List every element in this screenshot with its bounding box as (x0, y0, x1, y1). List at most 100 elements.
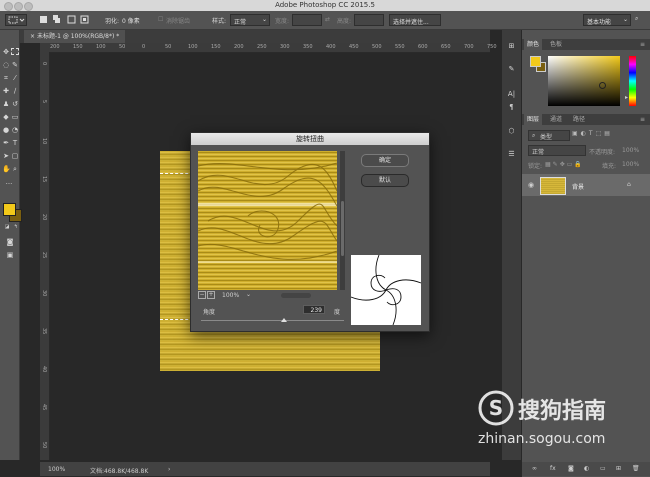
layer-filter-select[interactable]: ⌕ 类型 (528, 130, 570, 141)
antialias-checkbox[interactable]: ☐ (158, 16, 163, 23)
lasso-tool-icon[interactable]: ◌ (2, 61, 10, 69)
color-picker-field[interactable] (548, 56, 620, 106)
layer-filter-icons[interactable]: ▣◐T⬚▤ (572, 130, 613, 137)
document-tab[interactable]: × 未标题-1 @ 100%(RGB/8*) * (24, 30, 126, 43)
crop-tool-icon[interactable]: ⌗ (2, 74, 10, 82)
search-icon[interactable]: ⌕ (635, 15, 638, 23)
tab-channels[interactable]: 通道 (547, 114, 565, 125)
blur-tool-icon[interactable]: ● (2, 126, 10, 134)
more-tools-icon[interactable]: ··· (5, 180, 13, 188)
eraser-tool-icon[interactable]: ◆ (2, 113, 10, 121)
foreground-color-swatch[interactable] (3, 203, 16, 216)
blend-mode-select[interactable]: 正常 (528, 145, 586, 156)
gradient-tool-icon[interactable]: ▭ (11, 113, 19, 121)
character-panel-icon[interactable]: A| (507, 90, 516, 99)
quick-selection-tool-icon[interactable]: ✎ (11, 61, 19, 69)
chevron-down-icon: ⌄ (262, 16, 268, 23)
fill-value[interactable]: 100% (622, 161, 639, 168)
rectangle-marquee-tool-icon[interactable] (11, 48, 19, 55)
default-button[interactable]: 默认 (361, 174, 409, 187)
ruler-tick-label: 450 (349, 44, 359, 50)
tab-paths[interactable]: 路径 (570, 114, 588, 125)
eyedropper-tool-icon[interactable]: ⁄ (11, 74, 19, 82)
layer-style-icon[interactable]: fx (550, 465, 556, 472)
filter-preview[interactable] (198, 151, 337, 290)
eye-icon[interactable]: ◉ (528, 181, 534, 189)
tools-panel: ✥ ◌ ✎ ⌗ ⁄ ✚ ∕ ♟ ↺ ◆ ▭ ● ◔ ✒ T ➤ ▢ ✋ ⌕ ··… (0, 30, 22, 460)
brush-tool-icon[interactable]: ∕ (11, 87, 19, 95)
zoom-out-icon[interactable]: − (198, 291, 206, 299)
select-and-mask-button[interactable]: 选择并遮住... (389, 14, 441, 26)
watermark-url: zhinan.sogou.com (478, 431, 606, 447)
new-group-icon[interactable]: ▭ (600, 465, 606, 472)
status-doc-info: 文档:468.8K/468.8K (90, 468, 149, 475)
window-titlebar: Adobe Photoshop CC 2015.5 (0, 0, 650, 11)
hue-slider-handle[interactable]: ▸ (625, 94, 628, 101)
ok-button[interactable]: 确定 (361, 154, 409, 167)
options-bar: 羽化: 0 像素 ☐ 消除锯齿 样式: 正常 ⌄ 宽度: ⇄ 高度: 选择并遮住… (0, 11, 650, 30)
quick-mask-icon[interactable]: ◙ (6, 238, 14, 246)
healing-brush-tool-icon[interactable]: ✚ (2, 87, 10, 95)
close-tab-icon[interactable]: × (30, 33, 37, 40)
opacity-value[interactable]: 100% (622, 147, 639, 154)
shape-tool-icon[interactable]: ▢ (11, 152, 19, 160)
selection-mode-icons[interactable] (40, 15, 94, 25)
preview-vertical-scrollbar[interactable] (340, 151, 345, 290)
ruler-tick-label: 0 (41, 62, 47, 66)
brush-settings-icon[interactable]: ✎ (507, 65, 516, 74)
pen-tool-icon[interactable]: ✒ (2, 139, 10, 147)
adjustments-panel-icon[interactable]: ☰ (507, 150, 516, 159)
zoom-in-icon[interactable]: + (207, 291, 215, 299)
rectangle-marquee-icon (8, 16, 25, 24)
dodge-tool-icon[interactable]: ◔ (11, 126, 19, 134)
history-brush-tool-icon[interactable]: ↺ (11, 100, 19, 108)
panel-menu-icon[interactable]: ≡ (637, 39, 648, 50)
path-selection-tool-icon[interactable]: ➤ (2, 152, 10, 160)
color-picker-cursor[interactable] (599, 82, 606, 89)
scroll-thumb[interactable] (341, 201, 344, 256)
ruler-tick-label: 15 (41, 176, 47, 183)
ruler-tick-label: 150 (73, 44, 83, 50)
height-input[interactable] (354, 14, 384, 26)
screen-mode-icon[interactable]: ▣ (6, 251, 14, 259)
clone-stamp-tool-icon[interactable]: ♟ (2, 100, 10, 108)
adjustment-layer-icon[interactable]: ◐ (584, 465, 589, 472)
ruler-tick-label: 400 (326, 44, 336, 50)
hand-tool-icon[interactable]: ✋ (2, 165, 11, 173)
angle-slider-track[interactable] (201, 320, 344, 321)
3d-panel-icon[interactable]: ⬡ (507, 127, 516, 136)
zoom-tool-icon[interactable]: ⌕ (11, 165, 19, 173)
paragraph-panel-icon[interactable]: ¶ (507, 103, 516, 112)
history-panel-icon[interactable]: ⊞ (507, 42, 516, 51)
angle-slider-handle[interactable] (280, 318, 287, 322)
ruler-tick-label: 50 (165, 44, 172, 50)
status-zoom[interactable]: 100% (48, 466, 65, 473)
width-input[interactable] (292, 14, 322, 26)
new-layer-icon[interactable]: ⊞ (616, 465, 621, 472)
link-layers-icon[interactable]: ∞ (532, 465, 537, 472)
move-tool-icon[interactable]: ✥ (2, 48, 10, 56)
type-tool-icon[interactable]: T (11, 139, 19, 147)
chevron-right-icon[interactable]: › (168, 466, 170, 473)
swap-colors-icon[interactable]: ↰ (12, 223, 20, 231)
default-colors-icon[interactable]: ◪ (3, 223, 11, 231)
tab-color[interactable]: 颜色 (524, 39, 543, 50)
hue-slider[interactable] (629, 56, 636, 106)
layer-row[interactable]: ◉ 背景 ⌂ (522, 174, 650, 196)
lock-icons[interactable]: ▦✎✥▭🔒 (545, 161, 584, 168)
chevron-down-icon[interactable]: ⌄ (246, 291, 251, 298)
add-mask-icon[interactable]: ◙ (568, 465, 574, 472)
marquee-preset-picker[interactable] (5, 14, 27, 26)
trash-icon[interactable]: 🗑 (632, 465, 640, 472)
feather-input[interactable]: 0 像素 (122, 16, 140, 25)
preview-horizontal-scrollbar[interactable] (281, 293, 311, 298)
workspace-select[interactable]: 基本功能 ⌄ (583, 14, 631, 26)
tab-swatches[interactable]: 色板 (547, 39, 565, 50)
style-select[interactable]: 正常 ⌄ (230, 14, 270, 26)
angle-input[interactable]: 239 (303, 305, 325, 314)
panel-menu-icon[interactable]: ≡ (637, 114, 648, 125)
tab-layers[interactable]: 图层 (524, 114, 543, 125)
antialias-label: 消除锯齿 (166, 18, 191, 25)
color-panel-foreground-swatch[interactable] (530, 56, 541, 67)
swap-icon[interactable]: ⇄ (325, 16, 330, 23)
